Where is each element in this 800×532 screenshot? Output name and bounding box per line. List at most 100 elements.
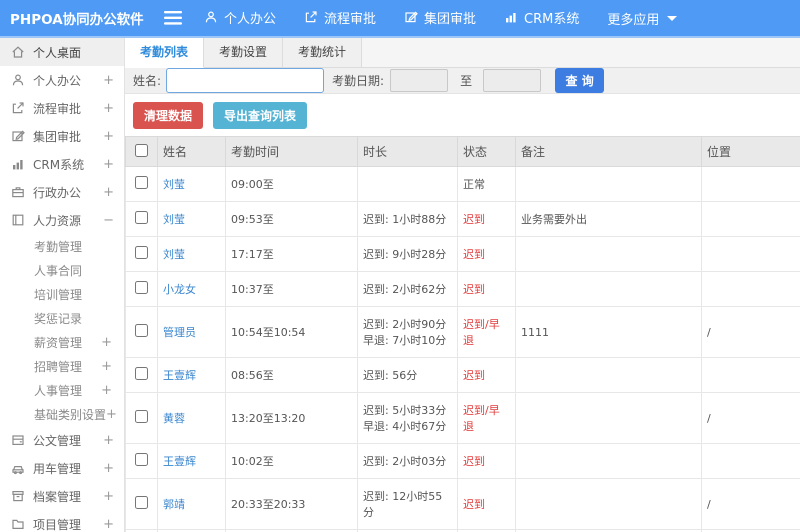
employee-name-link[interactable]: 刘莹 <box>163 248 185 261</box>
share-icon <box>304 10 318 24</box>
row-checkbox[interactable] <box>135 176 148 189</box>
row-checkbox[interactable] <box>135 453 148 466</box>
sidebar-item[interactable]: 项目管理 + <box>0 510 124 532</box>
name-input[interactable] <box>166 68 325 93</box>
row-checkbox[interactable] <box>135 211 148 224</box>
select-all-checkbox[interactable] <box>135 143 148 157</box>
app-logo[interactable]: PHPOA协同办公软件 <box>0 8 152 28</box>
sidebar-subitem-label: 薪资管理 <box>34 335 83 350</box>
sidebar-subitem[interactable]: 奖惩记录 <box>0 306 124 330</box>
topnav-item[interactable]: 更多应用 <box>607 9 678 29</box>
topnav-item-label: 更多应用 <box>607 13 660 29</box>
menu-toggle-icon[interactable] <box>164 11 182 25</box>
sidebar-item[interactable]: 公文管理 + <box>0 426 124 454</box>
expand-plus-icon[interactable]: + <box>103 157 114 172</box>
date-to-label: 至 <box>460 74 473 88</box>
sidebar-item[interactable]: 用车管理 + <box>0 454 124 482</box>
sidebar-subitem[interactable]: 人事合同 <box>0 258 124 282</box>
sidebar-subitem[interactable]: 薪资管理 + <box>0 330 124 354</box>
sidebar-subitem-label: 人事管理 <box>34 383 83 398</box>
row-checkbox[interactable] <box>135 324 148 337</box>
clean-data-button[interactable]: 清理数据 <box>133 102 204 129</box>
row-checkbox[interactable] <box>135 367 148 380</box>
sidebar-subitem[interactable]: 考勤管理 <box>0 234 124 258</box>
duration-line: 迟到: 9小时28分 <box>363 248 447 261</box>
note-cell <box>515 166 702 202</box>
time-cell: 10:02至 <box>225 443 358 479</box>
topnav-item[interactable]: CRM系统 <box>504 8 579 27</box>
row-checkbox[interactable] <box>135 496 148 509</box>
sidebar-item[interactable]: 个人桌面 <box>0 38 124 66</box>
table-row: 管理员 10:54至10:54 迟到: 2小时90分 早退: 7小时10分 迟到/早退 1… <box>125 306 800 358</box>
duration-line: 迟到: 12小时55分 <box>363 490 443 519</box>
sidebar-item[interactable]: CRM系统 + <box>0 150 124 178</box>
sidebar-item[interactable]: 行政办公 + <box>0 178 124 206</box>
tab-attendance-stats[interactable]: 考勤统计 <box>283 38 363 67</box>
collapse-minus-icon[interactable]: − <box>103 213 114 228</box>
tab-attendance-list[interactable]: 考勤列表 <box>125 38 205 68</box>
employee-name-link[interactable]: 刘莹 <box>163 178 185 191</box>
topnav-item-label: 个人办公 <box>224 11 277 27</box>
action-bar: 清理数据 导出查询列表 <box>125 94 800 136</box>
expand-plus-icon[interactable]: + <box>103 461 114 476</box>
row-checkbox[interactable] <box>135 410 148 423</box>
export-list-button[interactable]: 导出查询列表 <box>213 102 308 129</box>
expand-plus-icon[interactable]: + <box>106 407 117 422</box>
name-cell: 黄蓉 <box>157 392 226 444</box>
column-header: 姓名 <box>157 136 226 167</box>
topnav-item[interactable]: 个人办公 <box>204 8 276 27</box>
table-header-row: 姓名 考勤时间 时长 状态 备注 位置 <box>125 136 800 167</box>
duration-line: 早退: 4小时67分 <box>363 420 447 433</box>
sidebar-subitem[interactable]: 培训管理 <box>0 282 124 306</box>
row-checkbox[interactable] <box>135 246 148 259</box>
date-to-input[interactable] <box>483 69 542 92</box>
employee-name-link[interactable]: 王壹辉 <box>163 455 196 468</box>
status-cell: 迟到 <box>457 271 516 307</box>
expand-plus-icon[interactable]: + <box>103 185 114 200</box>
row-checkbox-cell <box>125 236 158 272</box>
sidebar-item[interactable]: 流程审批 + <box>0 94 124 122</box>
status-badge: 迟到 <box>463 455 485 468</box>
sidebar-subitem-label: 基础类别设置 <box>34 407 107 422</box>
expand-plus-icon[interactable]: + <box>103 433 114 448</box>
sidebar-subitem[interactable]: 基础类别设置 + <box>0 402 124 426</box>
sidebar-subitem[interactable]: 招聘管理 + <box>0 354 124 378</box>
employee-name-link[interactable]: 刘莹 <box>163 213 185 226</box>
status-cell: 正常 <box>457 166 516 202</box>
employee-name-link[interactable]: 管理员 <box>163 326 196 339</box>
expand-plus-icon[interactable]: + <box>103 517 114 532</box>
expand-plus-icon[interactable]: + <box>103 101 114 116</box>
row-checkbox[interactable] <box>135 281 148 294</box>
row-checkbox-cell <box>125 271 158 307</box>
duration-cell: 迟到: 12小时55分 <box>357 478 458 530</box>
sidebar-subitem[interactable]: 人事管理 + <box>0 378 124 402</box>
employee-name-link[interactable]: 王壹辉 <box>163 369 196 382</box>
duration-cell: 迟到: 2小时03分 <box>357 443 458 479</box>
expand-plus-icon[interactable]: + <box>103 489 114 504</box>
expand-plus-icon[interactable]: + <box>101 383 112 398</box>
sidebar-item[interactable]: 集团审批 + <box>0 122 124 150</box>
tab-attendance-settings[interactable]: 考勤设置 <box>204 38 284 67</box>
chart-icon <box>11 157 26 171</box>
location-cell <box>701 271 800 307</box>
name-cell: 刘莹 <box>157 236 226 272</box>
expand-plus-icon[interactable]: + <box>101 335 112 350</box>
table-row: 王壹辉 08:56至 迟到: 56分 迟到 <box>125 357 800 393</box>
sidebar-item-label: CRM系统 <box>33 157 85 172</box>
employee-name-link[interactable]: 郭靖 <box>163 498 185 511</box>
sidebar-item[interactable]: 人力资源 − <box>0 206 124 234</box>
expand-plus-icon[interactable]: + <box>103 129 114 144</box>
expand-plus-icon[interactable]: + <box>101 359 112 374</box>
date-from-input[interactable] <box>390 69 449 92</box>
expand-plus-icon[interactable]: + <box>103 73 114 88</box>
sidebar-item[interactable]: 档案管理 + <box>0 482 124 510</box>
search-button[interactable]: 查 询 <box>555 68 605 93</box>
status-badge: 迟到 <box>463 498 485 511</box>
topnav-item[interactable]: 流程审批 <box>304 8 376 27</box>
employee-name-link[interactable]: 小龙女 <box>163 283 196 296</box>
table-row: 小龙女 10:37至 迟到: 2小时62分 迟到 <box>125 271 800 307</box>
car-icon <box>11 461 26 475</box>
sidebar-item[interactable]: 个人办公 + <box>0 66 124 94</box>
employee-name-link[interactable]: 黄蓉 <box>163 412 185 425</box>
topnav-item[interactable]: 集团审批 <box>404 8 476 27</box>
